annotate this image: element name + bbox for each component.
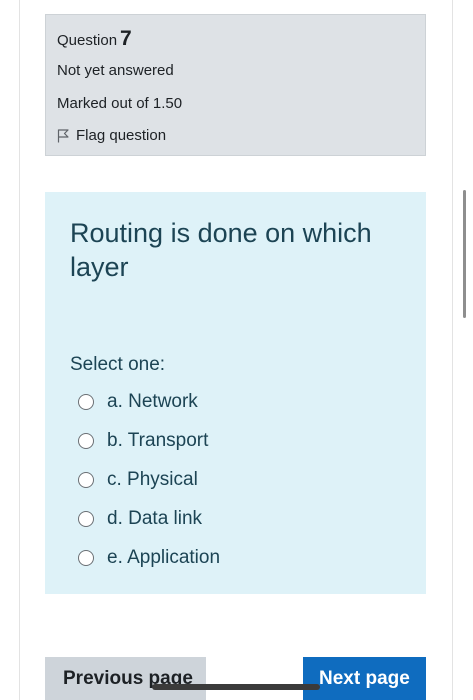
next-page-button[interactable]: Next page xyxy=(303,657,426,700)
answer-label-d[interactable]: d. Data link xyxy=(107,507,202,531)
answer-list: a. Network b. Transport c. Physical d. D… xyxy=(78,382,408,577)
flag-question-link[interactable]: Flag question xyxy=(57,126,166,146)
previous-page-button[interactable]: Previous page xyxy=(45,657,206,700)
answer-label-b[interactable]: b. Transport xyxy=(107,429,208,453)
answer-option-d[interactable]: d. Data link xyxy=(78,499,408,538)
answer-label-e[interactable]: e. Application xyxy=(107,546,220,570)
answer-option-c[interactable]: c. Physical xyxy=(78,460,408,499)
flag-icon xyxy=(57,129,69,143)
question-info-panel: Question 7 Not yet answered Marked out of… xyxy=(45,14,426,156)
answer-label-c[interactable]: c. Physical xyxy=(107,468,198,492)
answer-option-a[interactable]: a. Network xyxy=(78,382,408,421)
page-border-left xyxy=(19,0,20,700)
quiz-page: Question 7 Not yet answered Marked out of… xyxy=(0,0,473,700)
home-indicator[interactable] xyxy=(152,684,320,690)
question-title: Question 7 xyxy=(57,27,132,53)
question-formulation: Routing is done on which layer Select on… xyxy=(45,192,426,594)
answer-radio-d[interactable] xyxy=(78,510,94,527)
flag-question-label: Flag question xyxy=(76,127,167,144)
question-number: 7 xyxy=(120,27,132,50)
question-state: Not yet answered xyxy=(57,62,174,79)
answer-label-a[interactable]: a. Network xyxy=(107,390,198,414)
answer-option-b[interactable]: b. Transport xyxy=(78,421,408,460)
question-grade: Marked out of 1.50 xyxy=(57,95,183,112)
answer-radio-b[interactable] xyxy=(78,432,94,449)
answer-radio-e[interactable] xyxy=(78,549,94,566)
answer-radio-c[interactable] xyxy=(78,471,94,488)
scrollbar-thumb[interactable] xyxy=(463,190,466,318)
page-border-right xyxy=(452,0,453,700)
question-text: Routing is done on which layer xyxy=(70,218,372,282)
answer-prompt: Select one: xyxy=(70,354,166,375)
question-label: Question xyxy=(57,32,118,49)
answer-option-e[interactable]: e. Application xyxy=(78,538,408,577)
answer-radio-a[interactable] xyxy=(78,393,94,410)
